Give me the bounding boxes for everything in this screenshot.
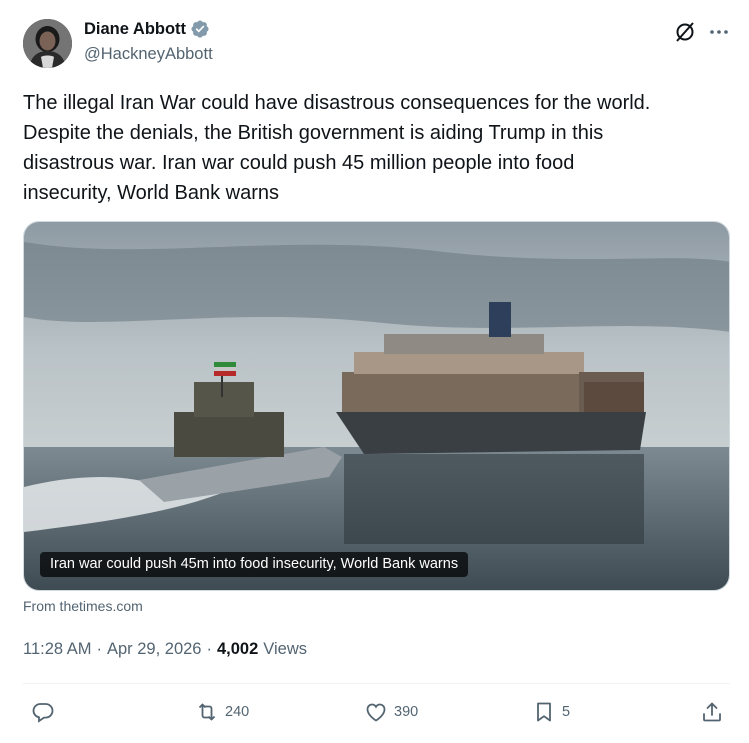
- retweet-count: 240: [225, 704, 250, 720]
- verified-icon[interactable]: [190, 19, 210, 39]
- views-label: Views: [263, 640, 308, 658]
- ship-photo: [24, 222, 729, 590]
- avatar-image: [23, 19, 72, 68]
- like-button[interactable]: 390: [364, 700, 418, 724]
- avatar[interactable]: [23, 19, 72, 68]
- grok-icon[interactable]: [673, 20, 697, 44]
- share-icon: [703, 702, 721, 722]
- reply-button[interactable]: [31, 700, 55, 724]
- card-caption: Iran war could push 45m into food insecu…: [40, 552, 469, 577]
- retweet-button[interactable]: 240: [195, 700, 249, 724]
- like-icon: [366, 703, 386, 722]
- tweet-time[interactable]: 11:28 AM: [23, 640, 92, 659]
- tweet-text: The illegal Iran War could have disastro…: [23, 92, 651, 204]
- author-name-row[interactable]: Diane Abbott: [84, 19, 210, 39]
- author-handle[interactable]: @HackneyAbbott: [84, 45, 213, 64]
- like-count: 390: [394, 704, 419, 720]
- tweet-meta: 11:28 AM · Apr 29, 2026 · 4,002 Views: [23, 640, 307, 659]
- link-card-image[interactable]: Iran war could push 45m into food insecu…: [23, 221, 730, 591]
- bookmark-button[interactable]: 5: [532, 700, 570, 724]
- author-name[interactable]: Diane Abbott: [84, 20, 186, 39]
- card-source[interactable]: From thetimes.com: [23, 598, 143, 614]
- meta-separator: ·: [206, 640, 213, 658]
- bookmark-icon: [537, 702, 551, 722]
- more-icon[interactable]: [707, 20, 731, 44]
- tweet-date[interactable]: Apr 29, 2026: [107, 640, 202, 659]
- reply-icon: [32, 703, 54, 723]
- divider: [23, 683, 730, 684]
- share-button[interactable]: [700, 700, 724, 724]
- views-count: 4,002: [217, 640, 259, 658]
- meta-separator: ·: [96, 640, 103, 658]
- bookmark-count: 5: [562, 704, 571, 720]
- retweet-icon: [198, 703, 216, 721]
